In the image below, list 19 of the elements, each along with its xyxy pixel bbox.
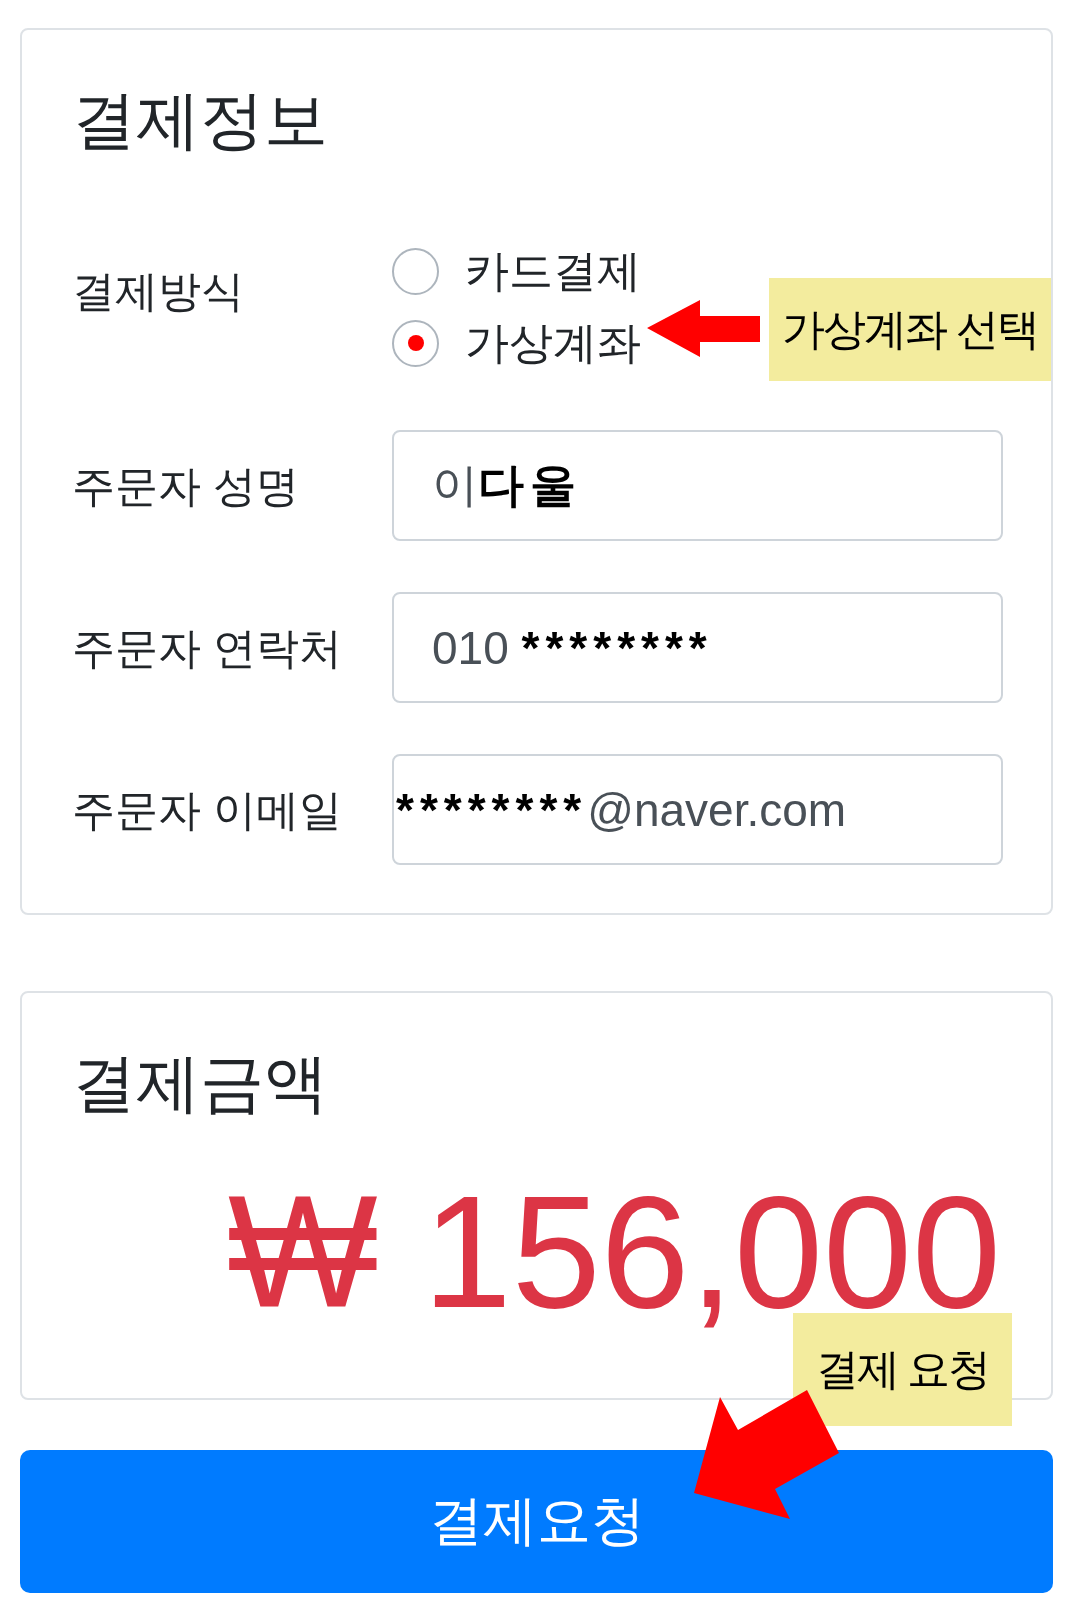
radio-label[interactable]: 가상계좌 [465,313,641,373]
arrow-icon [694,1390,840,1520]
input-field[interactable]: 이 다울 [392,430,1003,541]
radio-label[interactable]: 카드결제 [465,241,641,301]
section-title: 결제정보 [72,83,328,158]
field-label: 결제방식 [72,266,244,317]
field-label: 주문자 연락처 [72,622,342,674]
submit-button[interactable]: 결제요청 [20,1450,1053,1593]
callout-text: 결제 요청 [815,1345,990,1394]
radio-button[interactable] [392,319,439,367]
left-arrow-icon [647,300,760,357]
radio-button[interactable] [392,247,439,295]
field-label: 주문자 성명 [72,460,299,512]
field-label: 주문자 이메일 [72,784,342,836]
input-field[interactable]: ********@naver.com [392,754,1003,865]
section-title: 결제금액 [72,1046,328,1121]
input-field[interactable]: 010 ******** [392,592,1003,703]
amount-text: ₩ 156,000 [227,1164,1001,1340]
callout-text: 가상계좌 선택 [782,305,1038,354]
